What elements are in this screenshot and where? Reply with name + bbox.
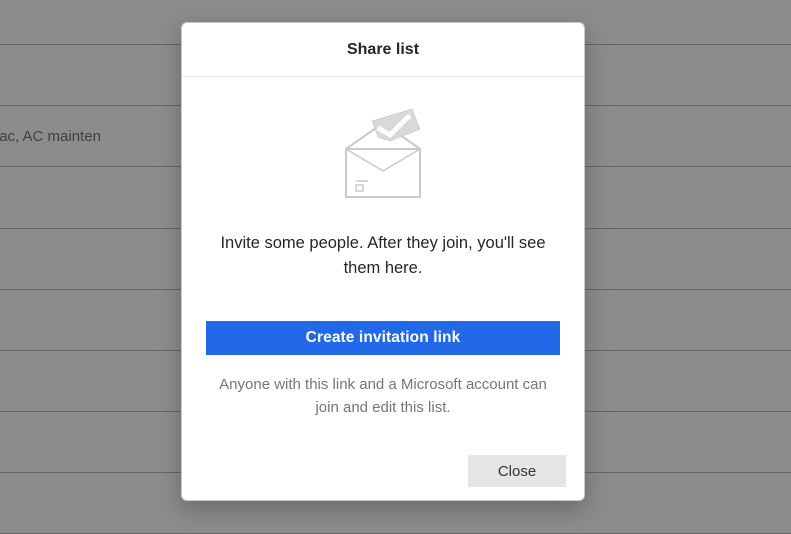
- envelope-check-icon: [328, 101, 438, 211]
- create-invitation-link-button[interactable]: Create invitation link: [206, 321, 560, 355]
- dialog-footer: Close: [182, 442, 584, 500]
- share-list-dialog: Share list Invite some people. After the…: [181, 22, 585, 501]
- invite-message: Invite some people. After they join, you…: [206, 231, 560, 281]
- dialog-title: Share list: [182, 23, 584, 77]
- dialog-body: Invite some people. After they join, you…: [182, 77, 584, 442]
- helper-text: Anyone with this link and a Microsoft ac…: [206, 373, 560, 420]
- close-button[interactable]: Close: [468, 455, 566, 487]
